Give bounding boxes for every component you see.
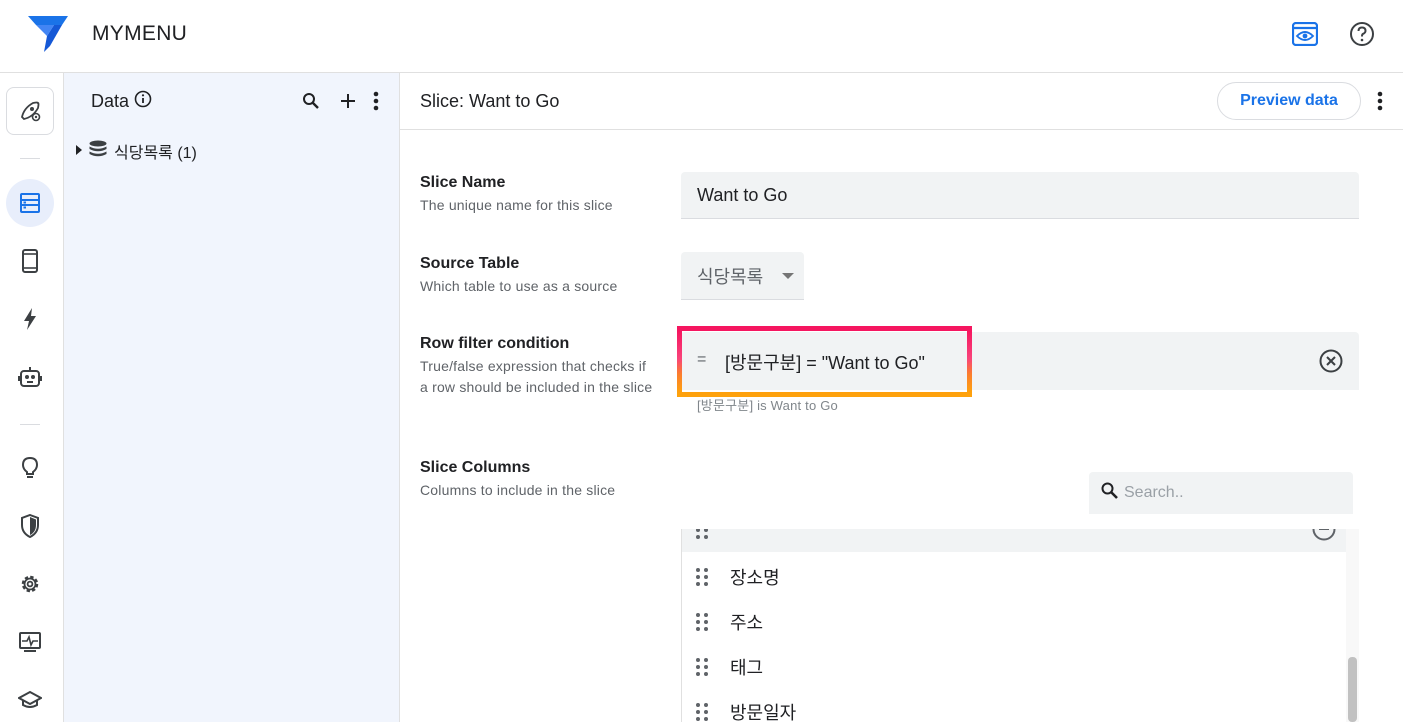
appsheet-logo-icon[interactable] (28, 16, 68, 52)
search-icon[interactable] (299, 89, 323, 113)
slice-columns-label: Slice Columns (420, 459, 531, 476)
column-name: 태그 (730, 657, 764, 678)
row-filter-description: True/false expression that checks if a r… (420, 358, 653, 395)
dropdown-arrow-icon (782, 273, 794, 279)
drag-handle-icon[interactable] (696, 612, 708, 631)
learn-cap-icon[interactable] (6, 676, 54, 724)
tree-item-table[interactable]: 식당목록 (1) (76, 139, 197, 163)
app-title: MYMENU (92, 22, 188, 45)
database-icon (88, 140, 108, 163)
slice-editor: Slice: Want to Go Preview data Slice Nam… (400, 73, 1403, 722)
drag-handle-icon[interactable] (696, 702, 708, 721)
rocket-settings-icon[interactable] (6, 87, 54, 135)
expand-arrow-icon[interactable] (76, 142, 82, 160)
row-filter-expression-input[interactable]: = [방문구분] = "Want to Go" (681, 332, 1359, 390)
scrollbar-thumb[interactable] (1348, 657, 1357, 722)
slice-columns-description: Columns to include in the slice (420, 482, 616, 498)
data-icon[interactable] (6, 179, 54, 227)
slice-name-description: The unique name for this slice (420, 197, 613, 213)
expression-text: [방문구분] = "Want to Go" (725, 353, 925, 373)
data-panel-title: Data (91, 90, 152, 113)
list-item[interactable]: 주소 (682, 599, 1350, 644)
top-bar: MYMENU (0, 0, 1403, 73)
list-item[interactable]: 방문일자 (682, 689, 1350, 722)
data-panel-title-text: Data (91, 91, 130, 111)
settings-gear-icon[interactable] (6, 560, 54, 608)
row-filter-label: Row filter condition (420, 335, 570, 352)
list-item[interactable]: 장소명 (682, 554, 1350, 599)
preview-eye-icon[interactable] (1290, 19, 1320, 49)
clear-icon[interactable] (1318, 348, 1344, 374)
info-icon[interactable] (134, 90, 152, 113)
automation-bolt-icon[interactable] (6, 295, 54, 343)
page-title: Slice: Want to Go (420, 91, 560, 111)
data-panel: Data 식당목록 (1) (64, 73, 400, 722)
column-name: 주소 (730, 612, 764, 633)
expression-hint: [방문구분] is Want to Go (697, 398, 838, 413)
idea-bulb-icon[interactable] (6, 444, 54, 492)
slice-name-label: Slice Name (420, 174, 506, 191)
source-table-description: Which table to use as a source (420, 278, 618, 294)
slice-editor-header: Slice: Want to Go Preview data (400, 73, 1403, 130)
source-table-value: 식당목록 (697, 266, 764, 287)
column-name: 방문일자 (730, 702, 797, 723)
column-search-input[interactable] (1124, 484, 1324, 502)
expression-equals-prefix: = (697, 351, 707, 368)
source-table-select[interactable]: 식당목록 (681, 252, 804, 300)
preview-data-button[interactable]: Preview data (1217, 82, 1361, 120)
left-nav-rail (0, 73, 64, 722)
search-icon (1101, 482, 1118, 504)
security-shield-icon[interactable] (6, 502, 54, 550)
help-icon[interactable] (1347, 19, 1377, 49)
column-name: 장소명 (730, 567, 780, 588)
drag-handle-icon[interactable] (696, 567, 708, 586)
tree-item-label: 식당목록 (1) (114, 145, 197, 162)
column-search-box[interactable] (1089, 472, 1353, 514)
monitor-icon[interactable] (6, 618, 54, 666)
list-item[interactable] (682, 529, 1350, 552)
mobile-icon[interactable] (6, 237, 54, 285)
remove-icon[interactable] (1312, 529, 1336, 546)
more-vert-icon[interactable] (364, 89, 388, 113)
add-icon[interactable] (336, 89, 360, 113)
drag-handle-icon[interactable] (696, 529, 708, 539)
bot-icon[interactable] (6, 353, 54, 401)
source-table-label: Source Table (420, 255, 520, 272)
slice-columns-list: 장소명 주소 태그 방문일자 (681, 529, 1350, 722)
slice-name-input[interactable]: Want to Go (681, 172, 1359, 219)
more-vert-icon[interactable] (1368, 89, 1392, 113)
drag-handle-icon[interactable] (696, 657, 708, 676)
list-item[interactable]: 태그 (682, 644, 1350, 689)
